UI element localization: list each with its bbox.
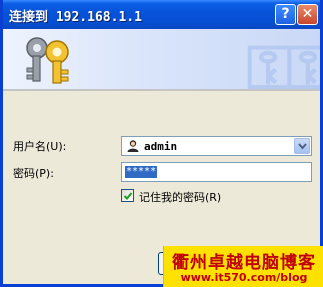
banner: ⚿⚿ — [3, 29, 320, 89]
keys-icon — [26, 37, 69, 84]
remember-checkbox[interactable] — [121, 189, 134, 202]
help-button[interactable]: ? — [275, 4, 296, 25]
password-label: 密码(P): — [13, 167, 54, 180]
banner-divider — [3, 89, 320, 91]
remember-label: 记住我的密码(R) — [139, 191, 222, 204]
watermark-url: www.it570.com/blog — [180, 271, 308, 284]
username-dropdown-button[interactable] — [294, 138, 310, 154]
password-mask: ***** — [125, 166, 158, 178]
close-button[interactable]: ✕ — [297, 4, 318, 25]
checkmark-icon — [123, 192, 133, 200]
login-dialog: 连接到 192.168.1.1 ? ✕ ⚿⚿ 用户名(U): admin 密码(… — [0, 0, 323, 287]
chevron-down-icon — [298, 143, 307, 150]
username-label: 用户名(U): — [13, 140, 67, 153]
password-field[interactable]: ***** — [121, 162, 312, 182]
title-bar[interactable]: 连接到 192.168.1.1 ? ✕ — [3, 0, 320, 29]
window-title: 连接到 192.168.1.1 — [9, 10, 142, 25]
username-combobox[interactable]: admin — [121, 136, 312, 156]
banner-decoration: ⚿⚿ — [246, 33, 320, 89]
user-icon — [127, 140, 139, 152]
username-value: admin — [144, 140, 178, 153]
watermark: 衢州卓越电脑博客 www.it570.com/blog — [163, 246, 323, 287]
watermark-title: 衢州卓越电脑博客 — [172, 253, 316, 273]
